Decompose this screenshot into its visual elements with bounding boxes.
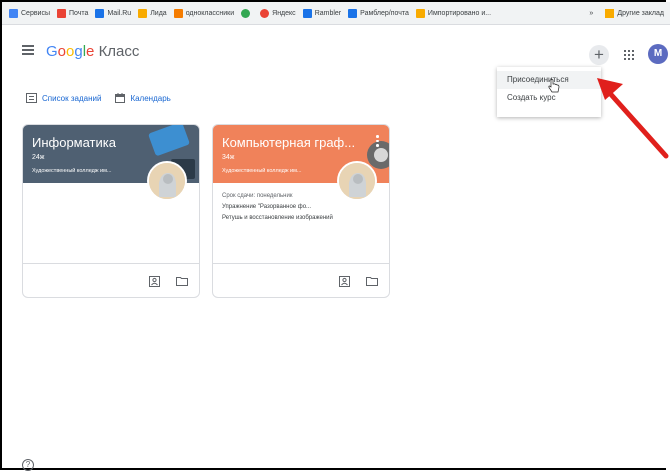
add-class-button[interactable]: + xyxy=(589,45,609,65)
course-card-body: Срок сдачи: понедельник Упражнение "Разо… xyxy=(213,185,389,263)
calendar-link[interactable]: Календарь xyxy=(115,93,171,103)
mail-icon xyxy=(57,8,67,18)
folder-icon[interactable] xyxy=(366,276,378,286)
due-date: Срок сдачи: понедельник xyxy=(222,193,293,199)
more-options-icon[interactable] xyxy=(376,135,379,149)
course-section: 34ж xyxy=(222,154,235,161)
rambler-mail-icon xyxy=(348,8,358,18)
bookmark-yandex[interactable]: Яндекс xyxy=(260,8,296,18)
rambler-icon xyxy=(302,8,312,18)
assignments-icon[interactable] xyxy=(339,276,350,287)
folder-icon xyxy=(415,8,425,18)
product-name: Класс xyxy=(98,43,140,60)
bookmark-mailru[interactable]: Mail.Ru xyxy=(95,8,131,18)
todo-list-link[interactable]: Список заданий xyxy=(26,93,101,103)
google-wordmark: Google xyxy=(46,43,95,60)
bookmark-rambler-mail[interactable]: Рамблер/почта xyxy=(348,8,409,18)
hand-cursor-icon xyxy=(548,79,560,93)
folder-icon xyxy=(138,8,148,18)
calendar-icon xyxy=(115,93,126,103)
app-logo[interactable]: Google Класс xyxy=(46,43,139,60)
course-card[interactable]: Компьютерная граф... 34ж Художественный … xyxy=(212,124,390,298)
bookmark-odnoklassniki[interactable]: одноклассники xyxy=(173,8,234,18)
bookmarks-overflow[interactable]: » xyxy=(589,10,593,17)
course-title: Информатика xyxy=(32,135,116,150)
course-teacher: Художественный колледж им... xyxy=(32,168,112,174)
bookmark-lida[interactable]: Лида xyxy=(138,8,167,18)
course-title: Компьютерная граф... xyxy=(222,135,356,150)
yandex-icon xyxy=(260,8,270,18)
todo-list-icon xyxy=(26,93,37,103)
hamburger-menu-icon[interactable] xyxy=(22,45,34,55)
teacher-avatar[interactable] xyxy=(147,161,187,201)
assignments-icon[interactable] xyxy=(149,276,160,287)
course-teacher: Художественный колледж им... xyxy=(222,168,302,174)
bookmark-services[interactable]: Сервисы xyxy=(9,8,50,18)
chrome-icon xyxy=(241,8,251,18)
apps-icon xyxy=(9,8,18,18)
red-arrow-icon xyxy=(597,78,669,159)
google-apps-icon[interactable] xyxy=(624,50,634,60)
help-icon[interactable]: ? xyxy=(22,459,34,471)
bookmarks-bar: Сервисы Почта Mail.Ru Лида одноклассники… xyxy=(2,2,670,25)
course-card[interactable]: Информатика 24ж Художественный колледж и… xyxy=(22,124,200,298)
bookmark-rambler[interactable]: Rambler xyxy=(302,8,341,18)
mailru-icon xyxy=(95,8,105,18)
account-avatar[interactable]: M xyxy=(648,44,668,64)
class-toolbar: Список заданий Календарь xyxy=(26,93,185,103)
bookmark-imported[interactable]: Импортировано и... xyxy=(415,8,491,18)
bookmark-chrome[interactable] xyxy=(241,8,253,18)
bookmark-mail[interactable]: Почта xyxy=(57,8,88,18)
course-card-footer xyxy=(23,263,199,297)
assignment-link[interactable]: Упражнение "Разорванное фо... xyxy=(222,204,311,210)
course-card-footer xyxy=(213,263,389,297)
assignment-link[interactable]: Ретушь и восстановление изображений xyxy=(222,215,333,221)
course-section: 24ж xyxy=(32,154,45,161)
folder-icon xyxy=(605,8,615,18)
odnoklassniki-icon xyxy=(173,8,183,18)
folder-icon[interactable] xyxy=(176,276,188,286)
other-bookmarks[interactable]: Другие заклад xyxy=(617,10,664,17)
